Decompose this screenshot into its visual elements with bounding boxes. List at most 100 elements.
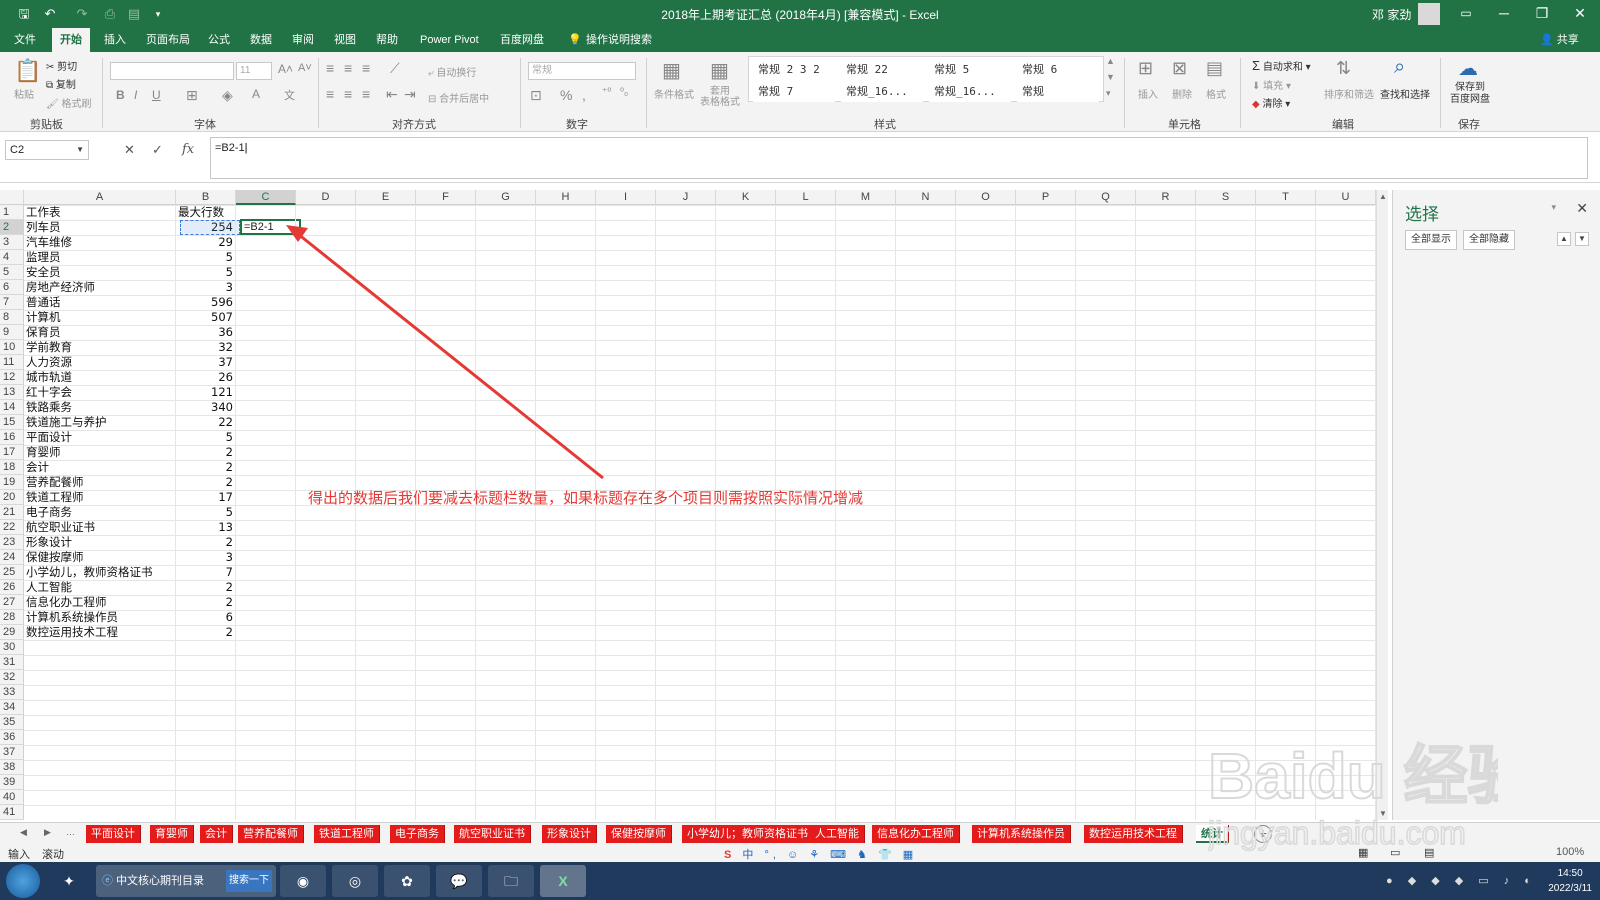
row-header[interactable]: 16 <box>0 430 24 445</box>
row-header[interactable]: 24 <box>0 550 24 565</box>
row-header[interactable]: 1 <box>0 205 24 220</box>
row-header[interactable]: 14 <box>0 400 24 415</box>
cell-max-rows[interactable]: 596 <box>178 295 236 310</box>
style-item[interactable]: 常规_16... <box>841 81 923 102</box>
align-bottom-icon[interactable]: ≡ <box>362 60 370 76</box>
prev-sheet-icon[interactable]: ◀ <box>20 827 27 838</box>
row-header[interactable]: 28 <box>0 610 24 625</box>
column-header-q[interactable]: Q <box>1076 190 1136 205</box>
row-header[interactable]: 33 <box>0 685 24 700</box>
cell-sheet-name[interactable]: 电子商务 <box>26 505 176 520</box>
column-header-o[interactable]: O <box>956 190 1016 205</box>
cell-sheet-name[interactable]: 汽车维修 <box>26 235 176 250</box>
cell-sheet-name[interactable]: 安全员 <box>26 265 176 280</box>
insert-function-icon[interactable]: fx <box>182 142 194 157</box>
share-button[interactable]: 👤 共享 <box>1532 28 1587 52</box>
browser-360-icon[interactable]: ◉ <box>280 865 326 897</box>
gallery-down-icon[interactable]: ▼ <box>1106 72 1115 82</box>
row-header[interactable]: 29 <box>0 625 24 640</box>
cell-sheet-name[interactable]: 普通话 <box>26 295 176 310</box>
increase-font-icon[interactable]: A˄ <box>278 62 293 76</box>
sheet-tab[interactable]: 育婴师 <box>150 825 194 843</box>
decrease-decimal-icon[interactable]: ⁰₀ <box>620 87 628 98</box>
close-icon[interactable]: ✕ <box>1576 200 1588 217</box>
sheet-tab[interactable]: 数控运用技术工程 <box>1084 825 1183 843</box>
cell-max-rows[interactable]: 6 <box>178 610 236 625</box>
cell-sheet-name[interactable]: 小学幼儿，教师资格证书 <box>26 565 176 580</box>
column-header-e[interactable]: E <box>356 190 416 205</box>
tab-home[interactable]: 开始 <box>52 28 90 52</box>
cell-max-rows[interactable]: 2 <box>178 460 236 475</box>
pane-options-icon[interactable]: ▾ <box>1551 202 1556 213</box>
row-header[interactable]: 8 <box>0 310 24 325</box>
cell-max-rows[interactable]: 13 <box>178 520 236 535</box>
font-size-select[interactable]: 11 <box>236 62 272 80</box>
row-header[interactable]: 26 <box>0 580 24 595</box>
column-header-a[interactable]: A <box>24 190 176 205</box>
align-center-icon[interactable]: ≡ <box>344 86 352 102</box>
tab-file[interactable]: 文件 <box>6 28 44 52</box>
cell-sheet-name[interactable]: 铁道工程师 <box>26 490 176 505</box>
add-sheet-icon[interactable]: + <box>1254 825 1272 843</box>
fill-button[interactable]: ⬇ 填充 ▾ <box>1252 77 1291 92</box>
autosum-button[interactable]: Σ 自动求和 ▾ <box>1252 58 1311 73</box>
more-sheets-icon[interactable]: … <box>66 827 75 837</box>
format-cells-label[interactable]: 格式 <box>1206 86 1226 101</box>
clear-button[interactable]: ◆ 清除 ▾ <box>1252 95 1290 110</box>
select-all-corner[interactable] <box>0 190 24 205</box>
orientation-icon[interactable]: ⟋ <box>390 60 400 77</box>
tab-insert[interactable]: 插入 <box>96 28 134 52</box>
gallery-more-icon[interactable]: ▾ <box>1106 88 1111 99</box>
column-header-f[interactable]: F <box>416 190 476 205</box>
row-header[interactable]: 40 <box>0 790 24 805</box>
show-all-button[interactable]: 全部显示 <box>1405 230 1457 250</box>
cell-max-rows[interactable]: 7 <box>178 565 236 580</box>
cell-max-rows[interactable]: 5 <box>178 430 236 445</box>
cell-max-rows[interactable]: 2 <box>178 580 236 595</box>
cell-sheet-name[interactable]: 学前教育 <box>26 340 176 355</box>
tab-data[interactable]: 数据 <box>242 28 280 52</box>
sheet-tab[interactable]: 形象设计 <box>542 825 597 843</box>
number-format-select[interactable]: 常规 <box>528 62 636 80</box>
taskbar-search-button[interactable]: 搜索一下 <box>226 870 272 892</box>
cell-max-rows[interactable]: 507 <box>178 310 236 325</box>
cell-max-rows[interactable]: 37 <box>178 355 236 370</box>
row-header[interactable]: 41 <box>0 805 24 820</box>
column-header-r[interactable]: R <box>1136 190 1196 205</box>
row-header[interactable]: 13 <box>0 385 24 400</box>
row-header[interactable]: 6 <box>0 280 24 295</box>
enter-icon[interactable]: ✓ <box>152 142 163 158</box>
column-header-b[interactable]: B <box>176 190 236 205</box>
column-header-t[interactable]: T <box>1256 190 1316 205</box>
tab-power-pivot[interactable]: Power Pivot <box>412 28 487 52</box>
cell-sheet-name[interactable]: 信息化办工程师 <box>26 595 176 610</box>
cell-sheet-name[interactable]: 人力资源 <box>26 355 176 370</box>
row-header[interactable]: 25 <box>0 565 24 580</box>
row-header[interactable]: 15 <box>0 415 24 430</box>
comma-icon[interactable]: , <box>582 87 586 103</box>
percent-icon[interactable]: % <box>560 87 572 103</box>
avatar[interactable] <box>1418 3 1440 25</box>
tab-page-layout[interactable]: 页面布局 <box>138 28 198 52</box>
send-backward-icon[interactable]: ▼ <box>1575 232 1589 246</box>
sheet-tab[interactable]: 营养配餐师 <box>238 825 304 843</box>
cell-sheet-name[interactable]: 城市轨道 <box>26 370 176 385</box>
column-header-k[interactable]: K <box>716 190 776 205</box>
tab-review[interactable]: 审阅 <box>284 28 322 52</box>
cell-sheet-name[interactable]: 红十字会 <box>26 385 176 400</box>
decrease-indent-icon[interactable]: ⇤ <box>386 86 398 103</box>
style-item[interactable]: 常规_16... <box>929 81 1011 102</box>
column-header-i[interactable]: I <box>596 190 656 205</box>
cancel-icon[interactable]: ✕ <box>124 142 135 158</box>
cell-max-rows[interactable]: 2 <box>178 625 236 640</box>
cell-sheet-name[interactable]: 监理员 <box>26 250 176 265</box>
cell-max-rows[interactable]: 17 <box>178 490 236 505</box>
increase-indent-icon[interactable]: ⇥ <box>404 86 416 103</box>
row-header[interactable]: 38 <box>0 760 24 775</box>
currency-icon[interactable]: ⊡ <box>530 87 542 104</box>
row-header[interactable]: 32 <box>0 670 24 685</box>
sheet-tab[interactable]: 统计 <box>1196 825 1229 843</box>
style-item[interactable]: 常规 2 3 2 <box>753 59 835 80</box>
taskbar-clock[interactable]: 14:50 2022/3/11 <box>1548 866 1592 896</box>
save-to-baidu-label[interactable]: 保存到 百度网盘 <box>1450 82 1490 106</box>
